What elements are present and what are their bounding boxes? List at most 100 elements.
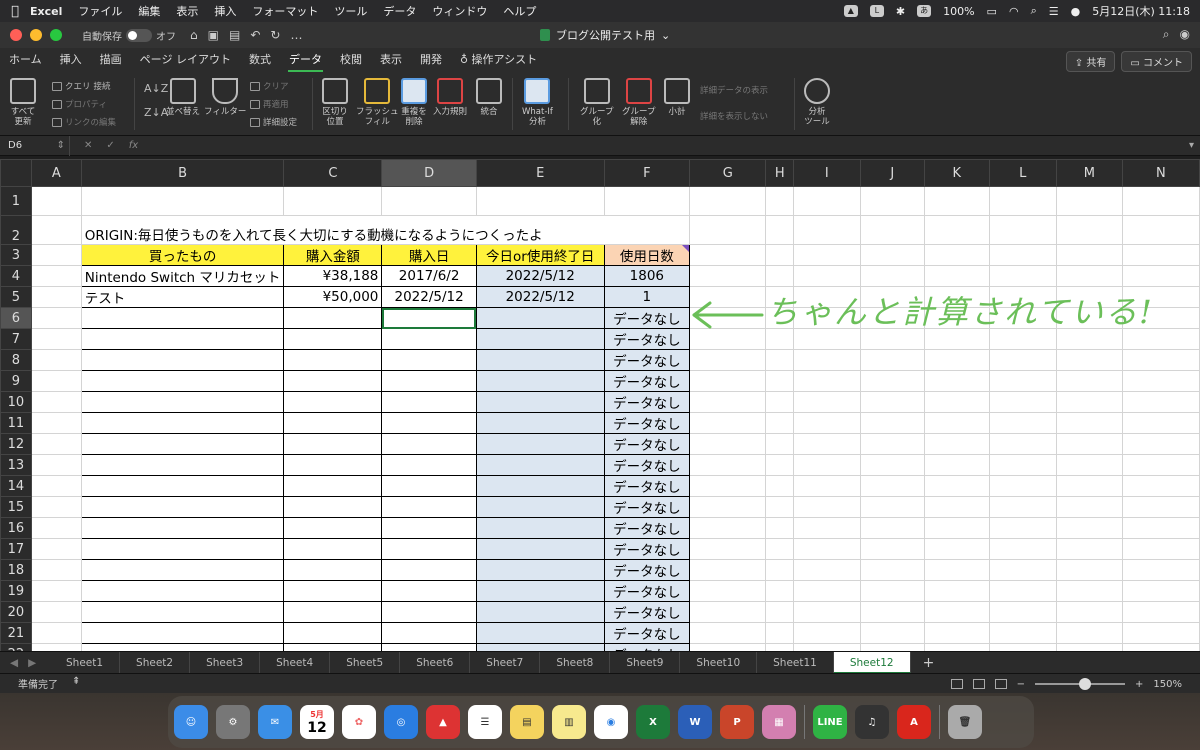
name-box[interactable]: D6 ⇕ <box>0 135 70 156</box>
fx-icon[interactable]: fx <box>129 140 138 151</box>
photos-icon[interactable]: ✿ <box>342 705 376 739</box>
bluetooth-icon[interactable]: ✱ <box>896 5 905 18</box>
menu-format[interactable]: フォーマット <box>252 3 318 19</box>
settings-icon[interactable]: ⚙ <box>216 705 250 739</box>
days-cell[interactable]: データなし <box>603 370 691 392</box>
sound-icon[interactable]: ♫ <box>855 705 889 739</box>
check-icon[interactable]: ✓ <box>106 140 114 151</box>
sheet-tab-8[interactable]: Sheet8 <box>540 651 611 674</box>
days-cell[interactable]: データなし <box>603 454 691 476</box>
sort-za-icon[interactable]: Z↓A <box>144 106 168 119</box>
toggle-switch[interactable] <box>126 28 152 42</box>
header-item[interactable]: 買ったもの <box>80 244 285 266</box>
redo-icon[interactable]: ↻ <box>270 28 280 42</box>
row-header-16[interactable]: 16 <box>0 517 32 539</box>
sheet-tab-3[interactable]: Sheet3 <box>190 651 261 674</box>
reminders-icon[interactable]: ☰ <box>468 705 502 739</box>
row-header-22[interactable]: 22 <box>0 643 32 651</box>
zoom-window-button[interactable] <box>50 29 62 41</box>
save-as-icon[interactable]: ▤ <box>229 28 240 42</box>
zoom-in-button[interactable]: + <box>1135 679 1143 690</box>
undo-icon[interactable]: ↶ <box>250 28 260 42</box>
column-header-c[interactable]: C <box>283 159 383 187</box>
column-header-i[interactable]: I <box>793 159 861 187</box>
row-header-18[interactable]: 18 <box>0 559 32 581</box>
row-header-20[interactable]: 20 <box>0 601 32 623</box>
row-header-2[interactable]: 2 <box>0 215 32 245</box>
column-header-m[interactable]: M <box>1056 159 1123 187</box>
prev-sheet-icon[interactable]: ◀ <box>10 657 18 669</box>
what-if-button[interactable]: What-If 分析 <box>522 78 553 127</box>
filter-button[interactable]: フィルター <box>204 78 246 117</box>
row-header-17[interactable]: 17 <box>0 538 32 560</box>
calendar-icon[interactable]: 5月 12 <box>300 705 334 739</box>
wifi-icon[interactable]: ◠ <box>1009 5 1019 18</box>
menu-view[interactable]: 表示 <box>176 3 198 19</box>
column-header-d[interactable]: D <box>381 159 477 187</box>
row-header-12[interactable]: 12 <box>0 433 32 455</box>
consolidate-button[interactable]: 統合 <box>476 78 502 117</box>
ungroup-button[interactable]: グループ 解除 <box>622 78 656 127</box>
page-layout-view-icon[interactable] <box>972 679 985 689</box>
data-validation-button[interactable]: 入力規則 <box>433 78 467 117</box>
row-header-19[interactable]: 19 <box>0 580 32 602</box>
save-icon[interactable]: ▣ <box>208 28 219 42</box>
zoom-slider[interactable] <box>1035 678 1126 690</box>
days-cell[interactable]: データなし <box>603 412 691 434</box>
hide-detail-button[interactable]: 詳細を表示しない <box>700 110 768 122</box>
days-cell[interactable]: データなし <box>603 580 691 602</box>
flash-fill-button[interactable]: フラッシュ フィル <box>356 78 399 127</box>
days-cell[interactable]: データなし <box>603 643 691 651</box>
bought-cell[interactable]: 2022/5/12 <box>381 286 477 308</box>
autosave-toggle[interactable]: 自動保存 オフ <box>82 28 176 43</box>
menu-file[interactable]: ファイル <box>78 3 122 19</box>
battery-icon[interactable]: ▭ <box>987 5 997 18</box>
column-header-h[interactable]: H <box>765 159 795 187</box>
price-cell[interactable]: ¥50,000 <box>283 286 383 308</box>
page-break-view-icon[interactable] <box>994 679 1007 689</box>
days-cell[interactable]: 1 <box>603 286 691 308</box>
minimize-window-button[interactable] <box>30 29 42 41</box>
menu-insert[interactable]: 挿入 <box>214 3 236 19</box>
column-header-a[interactable]: A <box>30 159 82 187</box>
safari-icon[interactable]: ◎ <box>384 705 418 739</box>
analysis-tools-button[interactable]: 分析 ツール <box>804 78 830 127</box>
tab-developer[interactable]: 開発 <box>411 48 451 72</box>
menu-data[interactable]: データ <box>383 3 416 19</box>
days-cell[interactable]: データなし <box>603 433 691 455</box>
active-cell[interactable] <box>381 307 477 329</box>
account-icon[interactable]: ◉ <box>1180 27 1190 42</box>
mail-icon[interactable]: ✉ <box>258 705 292 739</box>
status-app-icon[interactable]: ▲ <box>843 5 858 17</box>
price-cell[interactable]: ¥38,188 <box>283 265 383 287</box>
normal-view-icon[interactable] <box>950 679 963 689</box>
row-header-14[interactable]: 14 <box>0 475 32 497</box>
clear-button[interactable]: クリア <box>250 80 289 92</box>
accessibility-icon[interactable]: ⇞ <box>72 676 80 691</box>
keynote-icon[interactable]: ▲ <box>426 705 460 739</box>
row-header-3[interactable]: 3 <box>0 244 32 266</box>
row-header-10[interactable]: 10 <box>0 391 32 413</box>
column-header-b[interactable]: B <box>80 159 285 187</box>
days-cell[interactable]: データなし <box>603 538 691 560</box>
home-icon[interactable]: ⌂ <box>190 28 198 42</box>
siri-icon[interactable]: ● <box>1071 5 1081 18</box>
sort-az-icon[interactable]: A↓Z <box>144 82 168 95</box>
chevron-down-icon[interactable]: ⌄ <box>661 29 670 42</box>
tab-view[interactable]: 表示 <box>371 48 411 72</box>
line-status-icon[interactable]: L <box>869 5 884 17</box>
row-header-5[interactable]: 5 <box>0 286 32 308</box>
sheet-tab-1[interactable]: Sheet1 <box>50 651 121 674</box>
refresh-all-button[interactable]: すべて 更新 <box>10 78 36 127</box>
bought-cell[interactable]: 2017/6/2 <box>381 265 477 287</box>
expand-formula-icon[interactable]: ▾ <box>1189 140 1194 151</box>
days-cell[interactable]: 1806 <box>603 265 691 287</box>
notes-icon[interactable]: ▤ <box>510 705 544 739</box>
zoom-out-button[interactable]: − <box>1017 679 1025 690</box>
launchpad-icon[interactable]: ▦ <box>762 705 796 739</box>
add-sheet-button[interactable]: + <box>923 655 935 671</box>
select-all-corner[interactable] <box>0 159 32 187</box>
close-window-button[interactable] <box>10 29 22 41</box>
tab-data[interactable]: データ <box>280 48 331 72</box>
sort-button[interactable]: 並べ替え <box>166 78 200 117</box>
